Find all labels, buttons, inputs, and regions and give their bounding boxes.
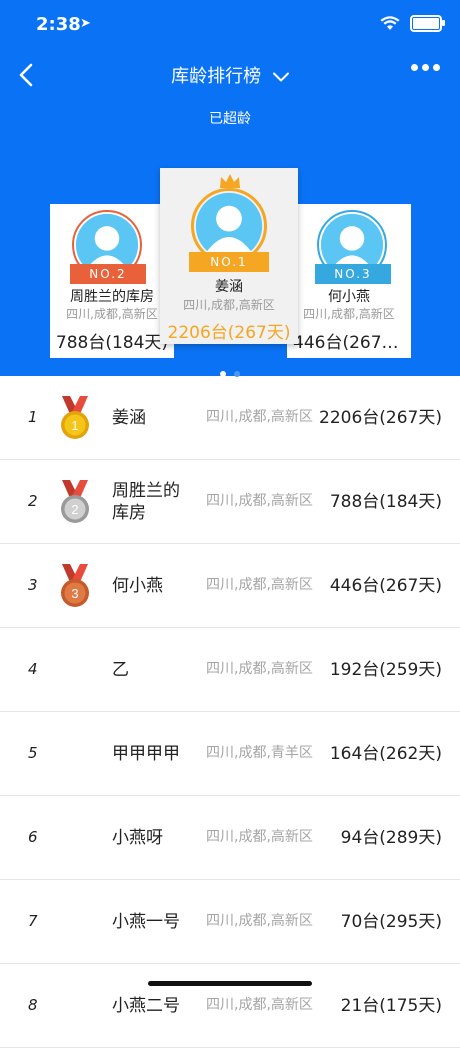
card-count: 2206台(267天) bbox=[167, 323, 291, 343]
card-name: 何小燕 bbox=[328, 289, 370, 305]
rank-number: 2 bbox=[28, 492, 38, 510]
chevron-down-icon bbox=[272, 72, 289, 82]
row-location: 四川,成都,青羊区 bbox=[206, 745, 313, 761]
list-row[interactable]: 6 小燕呀 四川,成都,高新区 94台(289天) bbox=[0, 796, 460, 880]
status-time: 2:38 bbox=[36, 14, 81, 35]
gold-medal-icon: 1 bbox=[61, 396, 89, 439]
medal-number: 3 bbox=[71, 586, 78, 601]
row-location: 四川,成都,高新区 bbox=[206, 661, 313, 677]
row-location: 四川,成都,高新区 bbox=[206, 409, 313, 425]
row-count: 446台(267天) bbox=[329, 575, 442, 596]
rank-number: 7 bbox=[28, 912, 38, 930]
card-location: 四川,成都,高新区 bbox=[66, 307, 158, 321]
wifi-icon bbox=[380, 16, 400, 30]
rank-ribbon: NO.2 bbox=[70, 264, 146, 284]
row-name: 姜涵 bbox=[112, 407, 146, 428]
list-row[interactable]: 5 甲甲甲甲 四川,成都,青羊区 164台(262天) bbox=[0, 712, 460, 796]
podium-card-first[interactable]: NO.1 姜涵 四川,成都,高新区 2206台(267天) bbox=[160, 168, 298, 344]
card-location: 四川,成都,高新区 bbox=[183, 298, 275, 312]
row-count: 2206台(267天) bbox=[319, 407, 442, 428]
page-title[interactable]: 库龄排行榜 bbox=[0, 62, 460, 88]
subtitle: 已超龄 bbox=[209, 111, 251, 127]
status-icons bbox=[380, 15, 445, 32]
list-row[interactable]: 2 2 周胜兰的库房 四川,成都,高新区 788台(184天) bbox=[0, 460, 460, 544]
title-text: 库龄排行榜 bbox=[171, 66, 262, 87]
row-count: 21台(175天) bbox=[340, 995, 442, 1016]
battery-icon bbox=[410, 15, 445, 32]
row-name: 何小燕 bbox=[112, 575, 163, 596]
rank-number: 6 bbox=[28, 828, 38, 846]
row-name: 周胜兰的库房 bbox=[112, 480, 180, 523]
list-row[interactable]: 7 小燕一号 四川,成都,高新区 70台(295天) bbox=[0, 880, 460, 964]
row-name: 小燕一号 bbox=[112, 911, 180, 932]
row-name: 小燕二号 bbox=[112, 995, 180, 1016]
rank-number: 4 bbox=[28, 660, 38, 678]
row-count: 94台(289天) bbox=[340, 827, 442, 848]
rank-ribbon: NO.1 bbox=[189, 252, 269, 272]
card-location: 四川,成都,高新区 bbox=[303, 307, 395, 321]
rank-number: 8 bbox=[28, 996, 38, 1014]
row-name: 小燕呀 bbox=[112, 827, 163, 848]
podium-card-second[interactable]: NO.2 周胜兰的库房 四川,成都,高新区 788台(184天) bbox=[50, 204, 174, 358]
rank-ribbon-label: NO.3 bbox=[334, 267, 372, 281]
card-count: 788台(184天) bbox=[55, 333, 169, 353]
list-row[interactable]: 4 乙 四川,成都,高新区 192台(259天) bbox=[0, 628, 460, 712]
row-count: 788台(184天) bbox=[329, 491, 442, 512]
rank-ribbon-label: NO.2 bbox=[89, 267, 127, 281]
location-arrow-icon: ➤ bbox=[80, 16, 91, 31]
home-indicator bbox=[148, 981, 312, 986]
row-count: 192台(259天) bbox=[329, 659, 442, 680]
rank-number: 3 bbox=[28, 576, 38, 594]
row-count: 164台(262天) bbox=[329, 743, 442, 764]
rank-number: 5 bbox=[28, 744, 38, 762]
silver-medal-icon: 2 bbox=[61, 480, 89, 523]
list-row[interactable]: 1 1 姜涵 四川,成都,高新区 2206台(267天) bbox=[0, 376, 460, 460]
list-row[interactable]: 8 小燕二号 四川,成都,高新区 21台(175天) bbox=[0, 964, 460, 1048]
rank-ribbon: NO.3 bbox=[315, 264, 391, 284]
bronze-medal-icon: 3 bbox=[61, 564, 89, 607]
medal-number: 2 bbox=[71, 502, 78, 517]
row-name: 乙 bbox=[112, 659, 129, 680]
ranking-list: 1 1 姜涵 四川,成都,高新区 2206台(267天) 2 2 周胜兰的库房 四川,成… bbox=[0, 376, 460, 1048]
rank-ribbon-label: NO.1 bbox=[210, 255, 248, 269]
row-name: 甲甲甲甲 bbox=[112, 743, 180, 764]
podium-card-third[interactable]: NO.3 何小燕 四川,成都,高新区 446台(267天) bbox=[287, 204, 411, 358]
more-options-icon[interactable] bbox=[411, 64, 440, 71]
card-name: 周胜兰的库房 bbox=[70, 289, 154, 305]
row-location: 四川,成都,高新区 bbox=[206, 997, 313, 1013]
medal-number: 1 bbox=[71, 418, 78, 433]
rank-number: 1 bbox=[28, 408, 38, 426]
row-location: 四川,成都,高新区 bbox=[206, 577, 313, 593]
header: 2:38 ➤ 库龄排行榜 已超龄 NO.2 周胜兰的库房 四川,成都,高新区 7… bbox=[0, 0, 460, 377]
row-location: 四川,成都,高新区 bbox=[206, 829, 313, 845]
row-location: 四川,成都,高新区 bbox=[206, 493, 313, 509]
list-row[interactable]: 3 3 何小燕 四川,成都,高新区 446台(267天) bbox=[0, 544, 460, 628]
row-count: 70台(295天) bbox=[340, 911, 442, 932]
card-name: 姜涵 bbox=[215, 279, 243, 295]
row-location: 四川,成都,高新区 bbox=[206, 913, 313, 929]
card-count: 446台(267天) bbox=[293, 333, 406, 353]
